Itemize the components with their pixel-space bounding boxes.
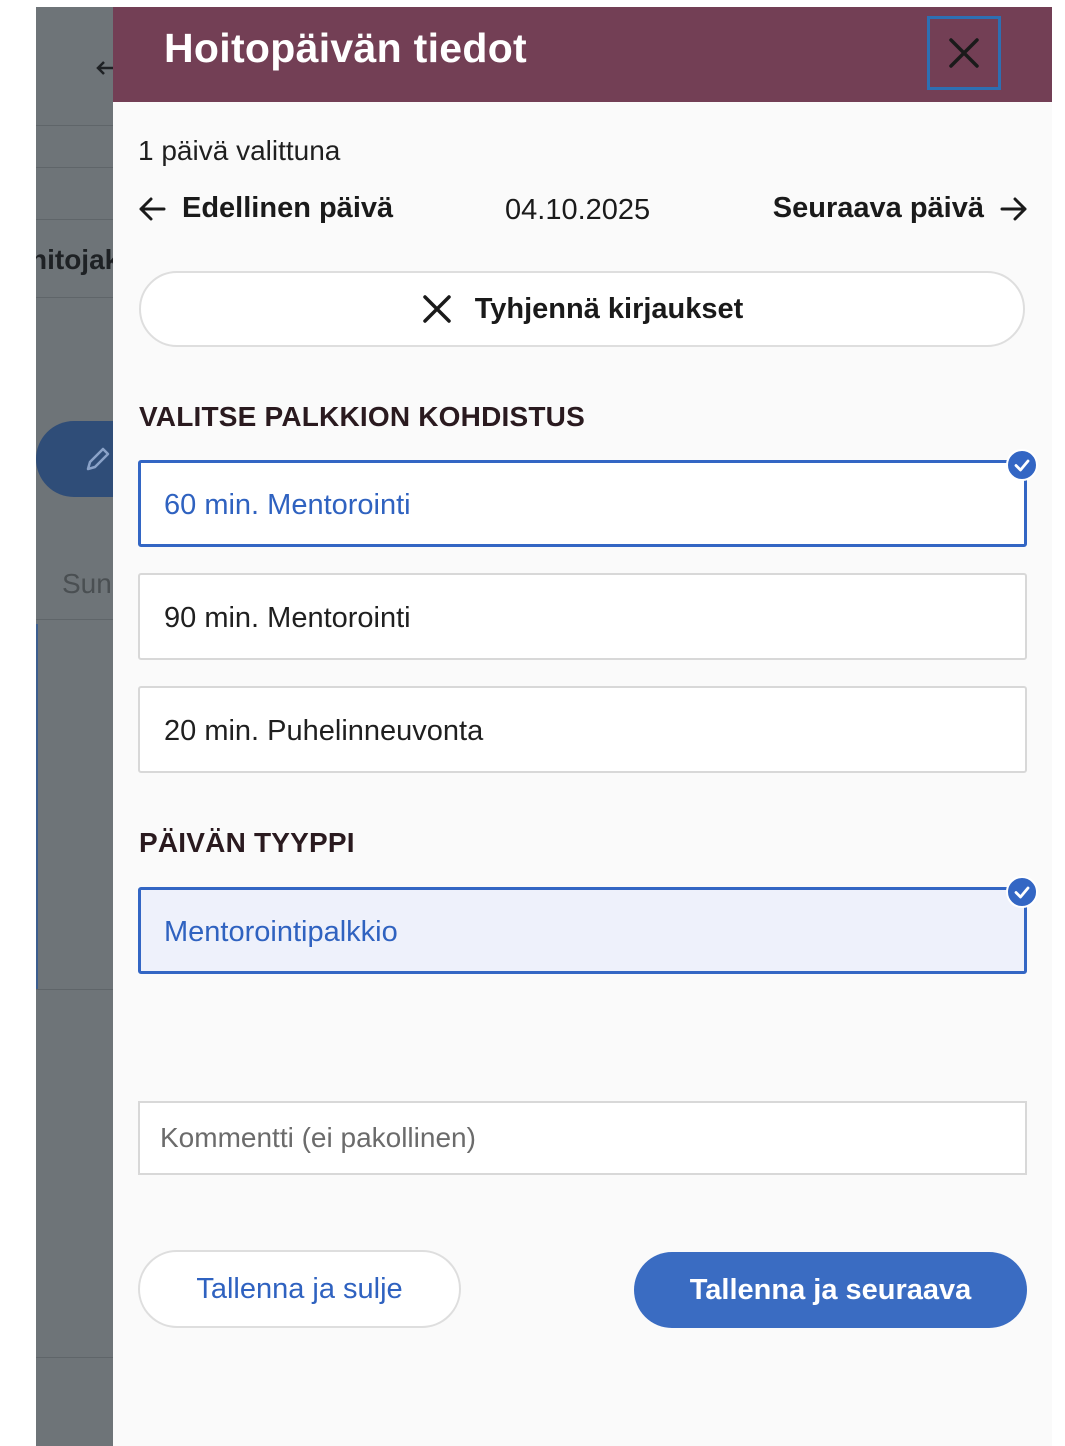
reward-option-label: 90 min. Mentorointi [164,602,411,634]
day-details-panel: Hoitopäivän tiedot 1 päivä valittuna Ede… [113,7,1052,1446]
arrow-right-icon [1000,197,1027,220]
checkmark-icon [1006,876,1038,908]
background-app: hitojak Sun [36,7,113,1446]
checkmark-icon [1006,449,1038,481]
reward-option-90-min[interactable]: 90 min. Mentorointi [138,573,1027,660]
next-day-button[interactable]: Seuraava päivä [773,192,1028,225]
close-button[interactable] [927,16,1001,90]
background-divider [36,619,113,620]
background-partial-sum: Sun [62,568,112,599]
clear-x-icon [422,295,451,323]
back-arrow-icon [96,61,113,75]
background-card [36,624,113,989]
previous-day-button[interactable]: Edellinen päivä [138,192,393,225]
background-divider [36,1357,113,1358]
arrow-left-icon [139,197,166,220]
save-and-next-button[interactable]: Tallenna ja seuraava [634,1252,1027,1328]
reward-option-label: 20 min. Puhelinneuvonta [164,715,484,747]
background-edit-button [36,421,113,497]
day-type-option-mentoring-fee[interactable]: Mentorointipalkkio [138,876,1038,974]
close-icon [949,38,979,68]
background-divider [36,219,113,220]
clear-entries-button[interactable]: Tyhjennä kirjaukset [139,271,1025,347]
day-navigation: Edellinen päivä 04.10.2025 Seuraava päiv… [138,192,1028,232]
day-type-section-heading: PÄIVÄN TYYPPI [139,827,355,858]
background-divider [36,989,113,990]
comment-field[interactable] [138,1101,1027,1175]
background-divider [36,167,113,168]
clear-entries-label: Tyhjennä kirjaukset [474,292,744,325]
background-partial-title: hitojak [36,244,113,275]
reward-option-60-min[interactable]: 60 min. Mentorointi [138,449,1038,547]
day-type-option-label: Mentorointipalkkio [164,916,398,948]
background-divider [36,297,113,298]
reward-option-label: 60 min. Mentorointi [164,489,411,521]
pencil-icon [86,447,110,471]
selected-days-count: 1 päivä valittuna [138,135,341,166]
panel-title: Hoitopäivän tiedot [164,25,528,71]
current-date: 04.10.2025 [505,194,651,226]
panel-header: Hoitopäivän tiedot [113,7,1052,102]
previous-day-label: Edellinen päivä [182,192,394,224]
background-divider [36,125,113,126]
reward-section-heading: VALITSE PALKKION KOHDISTUS [139,401,585,432]
save-and-close-button[interactable]: Tallenna ja sulje [138,1250,461,1328]
reward-option-20-min-phone[interactable]: 20 min. Puhelinneuvonta [138,686,1027,773]
next-day-label: Seuraava päivä [772,192,984,224]
